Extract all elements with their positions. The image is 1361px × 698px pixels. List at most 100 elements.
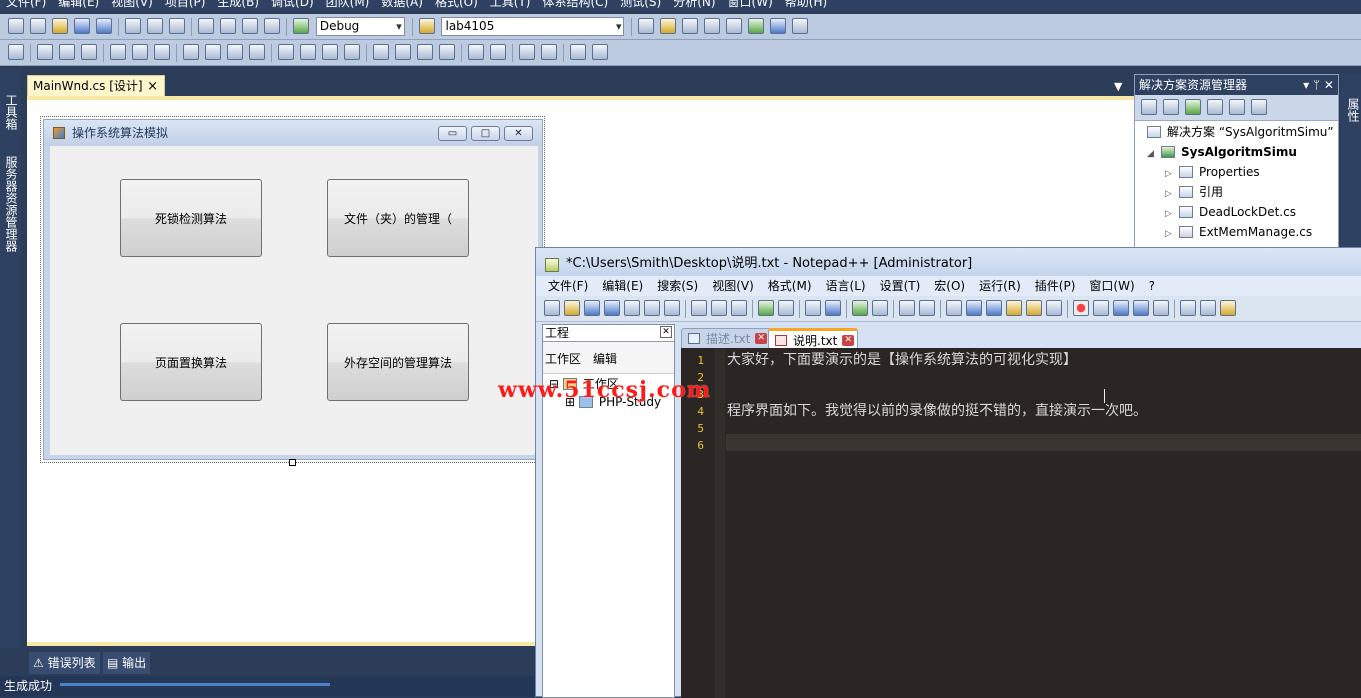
plugin-icon[interactable]: [1220, 300, 1236, 316]
show-all-files-icon[interactable]: [1163, 99, 1179, 115]
function-list-icon[interactable]: [1046, 300, 1062, 316]
tree-item[interactable]: ▷ DeadLockDet.cs: [1165, 202, 1296, 222]
save-all-icon[interactable]: [96, 18, 112, 34]
bring-front-icon[interactable]: [519, 44, 535, 60]
toolbox-tab[interactable]: 工具箱: [3, 94, 20, 130]
same-height-icon[interactable]: [205, 44, 221, 60]
tab-order-icon[interactable]: [570, 44, 586, 60]
find-in-files-icon[interactable]: [418, 18, 435, 34]
zoom-out-icon[interactable]: [872, 300, 888, 316]
chevron-down-icon[interactable]: ▼: [1114, 80, 1122, 93]
npp-menu-item[interactable]: 视图(V): [705, 276, 761, 296]
vspace-remove-icon[interactable]: [439, 44, 455, 60]
stop-macro-icon[interactable]: [1093, 300, 1109, 316]
tree-item[interactable]: ▷ Properties: [1165, 162, 1260, 182]
save-macro-icon[interactable]: [1153, 300, 1169, 316]
collapsed-triangle-icon[interactable]: ▷: [1165, 164, 1179, 184]
page-replacement-button[interactable]: 页面置换算法: [120, 323, 262, 401]
vs-menu-item[interactable]: 团队(M): [320, 0, 376, 11]
vs-menu-item[interactable]: 窗口(W): [722, 0, 779, 11]
vs-menu-item[interactable]: 数据(A): [375, 0, 429, 11]
refresh-icon[interactable]: [1185, 99, 1201, 115]
new-file-icon[interactable]: [544, 300, 560, 316]
new-project-icon[interactable]: [8, 18, 24, 34]
collapsed-triangle-icon[interactable]: ▷: [1165, 184, 1179, 204]
file-folder-management-button[interactable]: 文件（夹）的管理（: [327, 179, 469, 257]
error-list-tab[interactable]: ⚠ 错误列表: [29, 652, 100, 674]
find-icon[interactable]: [805, 300, 821, 316]
align-left-icon[interactable]: [37, 44, 53, 60]
align-center-icon[interactable]: [59, 44, 75, 60]
solution-configuration-select[interactable]: Debug: [315, 17, 405, 36]
vs-menu-item[interactable]: 编辑(E): [52, 0, 105, 11]
external-storage-management-button[interactable]: 外存空间的管理算法: [327, 323, 469, 401]
close-icon[interactable]: ✕: [660, 326, 672, 338]
find-icon[interactable]: [638, 18, 655, 34]
cut-icon[interactable]: [691, 300, 707, 316]
sync-vertical-icon[interactable]: [899, 300, 915, 316]
zoom-in-icon[interactable]: [852, 300, 868, 316]
solution-explorer-icon[interactable]: [660, 18, 677, 34]
properties-icon[interactable]: [1141, 99, 1157, 115]
workspace-menu[interactable]: 工作区: [545, 352, 581, 366]
center-horizontal-icon[interactable]: [468, 44, 484, 60]
open-file-icon[interactable]: [564, 300, 580, 316]
vs-menu-item[interactable]: 工具(T): [484, 0, 537, 11]
class-diagram-icon[interactable]: [1251, 99, 1267, 115]
replace-icon[interactable]: [825, 300, 841, 316]
paste-icon[interactable]: [169, 18, 185, 34]
close-icon[interactable]: ✕: [755, 333, 768, 344]
minimize-button[interactable]: ▭: [438, 126, 467, 141]
npp-menu-item[interactable]: 宏(O): [927, 276, 972, 296]
npp-menu-item[interactable]: 搜索(S): [650, 276, 705, 296]
print-icon[interactable]: [664, 300, 680, 316]
panel-pin-close-icon[interactable]: ▾ ᛘ ✕: [1303, 75, 1334, 95]
output-tab[interactable]: ▤ 输出: [103, 652, 151, 674]
align-middle-icon[interactable]: [132, 44, 148, 60]
close-icon[interactable]: ×: [147, 76, 158, 97]
center-vertical-icon[interactable]: [490, 44, 506, 60]
collapsed-triangle-icon[interactable]: ▷: [1165, 224, 1179, 244]
vs-menu-item[interactable]: 视图(V): [105, 0, 159, 11]
tree-item[interactable]: ▷ 引用: [1165, 182, 1223, 202]
redo-icon[interactable]: [220, 18, 236, 34]
hspace-equal-icon[interactable]: [278, 44, 294, 60]
properties-tab[interactable]: 属性: [1345, 98, 1361, 122]
designed-form-window[interactable]: 操作系统算法模拟 ▭ □ ✕ 死锁检测算法 文件（夹）的管理（ 页面置换算法 外…: [43, 119, 543, 460]
copy-icon[interactable]: [711, 300, 727, 316]
hspace-remove-icon[interactable]: [344, 44, 360, 60]
vspace-equal-icon[interactable]: [373, 44, 389, 60]
vs-menu-item[interactable]: 文件(F): [0, 0, 52, 11]
collapsed-triangle-icon[interactable]: ▷: [1165, 204, 1179, 224]
vs-menu-item[interactable]: 测试(S): [614, 0, 667, 11]
add-item-icon[interactable]: [30, 18, 46, 34]
align-bottom-icon[interactable]: [154, 44, 170, 60]
undo-icon[interactable]: [758, 300, 774, 316]
vs-menu-item[interactable]: 项目(P): [159, 0, 212, 11]
npp-menu-item[interactable]: 编辑(E): [595, 276, 650, 296]
open-file-icon[interactable]: [52, 18, 68, 34]
show-all-chars-icon[interactable]: [966, 300, 982, 316]
properties-icon[interactable]: [682, 18, 699, 34]
npp-menu-item[interactable]: 格式(M): [761, 276, 819, 296]
toolbox-icon[interactable]: [726, 18, 743, 34]
vs-menu-item[interactable]: 体系结构(C): [536, 0, 614, 11]
hspace-increase-icon[interactable]: [300, 44, 316, 60]
spell-check-icon[interactable]: [1180, 300, 1196, 316]
same-size-icon[interactable]: [227, 44, 243, 60]
tab-shuoming[interactable]: 说明.txt ✕: [768, 328, 859, 348]
sync-horizontal-icon[interactable]: [919, 300, 935, 316]
project-node[interactable]: ◢ SysAlgoritmSimu: [1147, 142, 1297, 162]
save-all-icon[interactable]: [604, 300, 620, 316]
navigate-back-icon[interactable]: [242, 18, 258, 34]
server-explorer-tab[interactable]: 服务器资源管理器: [3, 156, 20, 252]
paste-icon[interactable]: [731, 300, 747, 316]
save-icon[interactable]: [584, 300, 600, 316]
language-icon[interactable]: [1006, 300, 1022, 316]
view-code-icon[interactable]: [1207, 99, 1223, 115]
hspace-decrease-icon[interactable]: [322, 44, 338, 60]
find-select[interactable]: lab4105: [441, 17, 625, 36]
doc-tab-mainwnd-design[interactable]: MainWnd.cs [设计] ×: [27, 75, 165, 97]
record-macro-icon[interactable]: [1073, 300, 1089, 316]
expanded-triangle-icon[interactable]: ◢: [1147, 144, 1161, 164]
